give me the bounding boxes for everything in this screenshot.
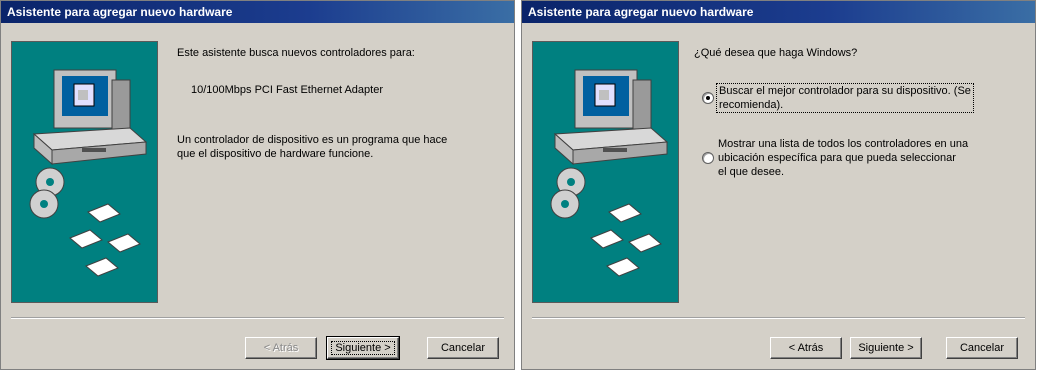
option-best-driver-line-2: recomienda). xyxy=(719,99,784,111)
button-separator xyxy=(11,317,504,319)
next-button[interactable]: Siguiente > xyxy=(326,336,400,360)
wizard-illustration xyxy=(532,41,679,303)
option-list-drivers-label[interactable]: Mostrar una lista de todos los controlad… xyxy=(718,137,968,179)
floppy-disk-icon xyxy=(590,203,662,277)
cancel-button[interactable]: Cancelar xyxy=(946,337,1018,359)
back-button[interactable]: < Atrás xyxy=(245,337,317,359)
cancel-button[interactable]: Cancelar xyxy=(427,337,499,359)
option-best-driver-line-1: Buscar el mejor controlador para su disp… xyxy=(719,85,971,97)
button-separator xyxy=(532,317,1025,319)
next-button[interactable]: Siguiente > xyxy=(850,337,922,359)
option-list-drivers-line-3: el que desee. xyxy=(718,166,785,178)
next-button-label: Siguiente > xyxy=(331,341,395,355)
radio-selected-dot xyxy=(706,96,710,100)
intro-text: Este asistente busca nuevos controladore… xyxy=(177,47,415,59)
option-list-drivers-line-1: Mostrar una lista de todos los controlad… xyxy=(718,138,969,150)
option-best-driver-radio[interactable] xyxy=(702,92,714,104)
title-bar: Asistente para agregar nuevo hardware xyxy=(522,1,1035,23)
title-bar: Asistente para agregar nuevo hardware xyxy=(1,1,514,23)
floppy-disk-icon xyxy=(69,203,141,277)
description-line-1: Un controlador de dispositivo es un prog… xyxy=(177,134,448,146)
description-line-2: que el dispositivo de hardware funcione. xyxy=(177,148,374,160)
question-text: ¿Qué desea que haga Windows? xyxy=(694,47,858,59)
option-list-drivers-line-2: ubicación específica para que pueda sele… xyxy=(718,152,956,164)
option-list-drivers-radio[interactable] xyxy=(702,152,714,164)
add-hardware-wizard-dialog-2: Asistente para agregar nuevo hardware ¿Q… xyxy=(521,0,1036,370)
back-button[interactable]: < Atrás xyxy=(770,337,842,359)
add-hardware-wizard-dialog-1: Asistente para agregar nuevo hardware Es… xyxy=(0,0,515,370)
wizard-illustration xyxy=(11,41,158,303)
device-name: 10/100Mbps PCI Fast Ethernet Adapter xyxy=(191,84,384,96)
option-best-driver-label[interactable]: Buscar el mejor controlador para su disp… xyxy=(716,83,974,113)
